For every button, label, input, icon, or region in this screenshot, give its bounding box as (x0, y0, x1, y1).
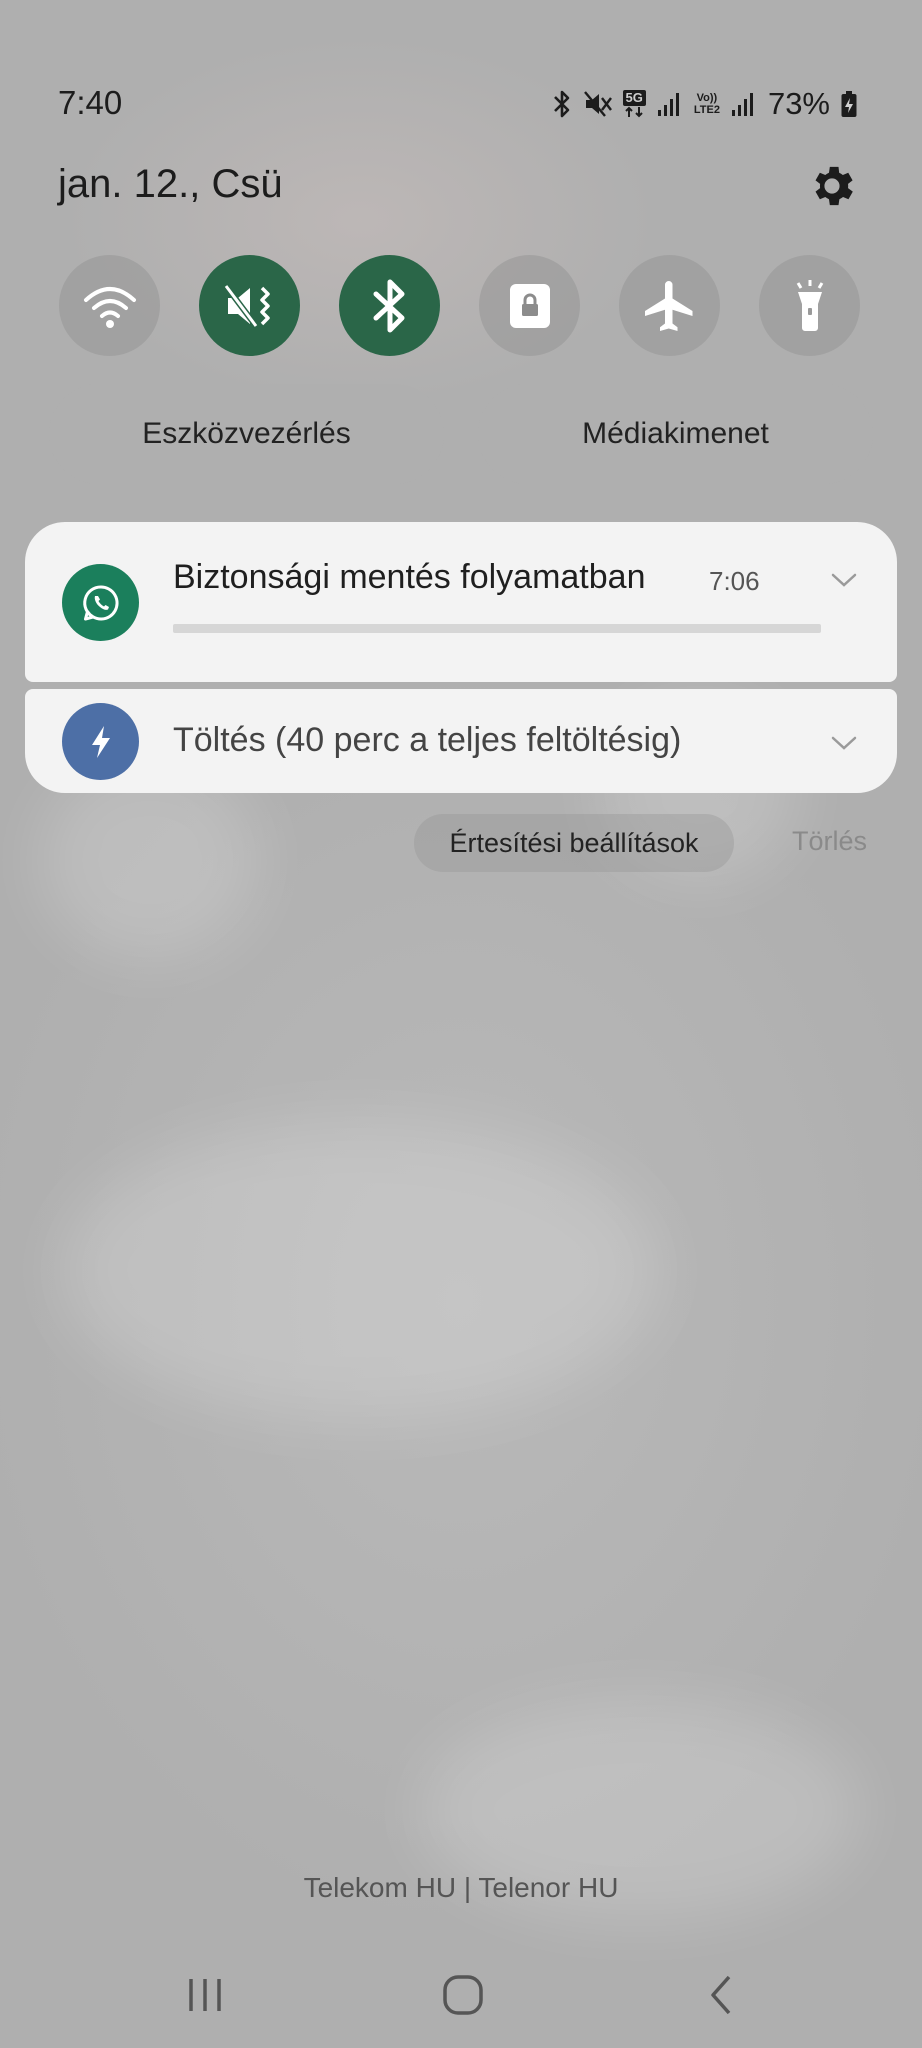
flashlight-icon (796, 279, 823, 331)
recent-apps-icon (189, 1979, 221, 2011)
notification-title: Biztonsági mentés folyamatban (173, 558, 646, 596)
home-icon (443, 1975, 483, 2015)
whatsapp-icon (82, 584, 118, 620)
rotation-lock-toggle[interactable] (479, 255, 580, 356)
settings-button[interactable] (806, 160, 858, 212)
notification-title: Töltés (40 perc a teljes feltöltésig) (173, 721, 682, 759)
chevron-down-icon (831, 573, 857, 587)
bluetooth-toggle[interactable] (339, 255, 440, 356)
mute-vibrate-icon (223, 283, 270, 328)
mute-icon (583, 89, 613, 119)
chevron-down-icon (831, 736, 857, 750)
notification-charging[interactable]: Töltés (40 perc a teljes feltöltésig) (25, 689, 897, 793)
notification-settings-button[interactable]: Értesítési beállítások (414, 814, 734, 872)
5g-icon: 5G (622, 90, 646, 118)
gear-icon (815, 166, 853, 206)
home-button[interactable] (428, 1960, 498, 2030)
recent-apps-button[interactable] (170, 1960, 240, 2030)
airplane-icon (644, 280, 692, 331)
media-output-button[interactable]: Médiakimenet (478, 384, 873, 484)
expand-button[interactable] (829, 733, 859, 753)
notification-time: 7:06 (709, 566, 760, 596)
signal-icon (730, 90, 758, 118)
clear-button[interactable]: Törlés (792, 826, 867, 857)
backup-progress-bar (173, 624, 821, 633)
notification-whatsapp-backup[interactable]: Biztonsági mentés folyamatban 7:06 (25, 522, 897, 682)
wifi-icon (83, 286, 136, 328)
volte-icon: Vo)) LTE2 (693, 92, 720, 116)
signal-icon (656, 90, 684, 118)
airplane-mode-toggle[interactable] (619, 255, 720, 356)
lock-icon (509, 283, 550, 328)
status-time: 7:40 (58, 84, 123, 121)
app-icon-container (62, 703, 139, 780)
battery-percent: 73% (767, 86, 830, 121)
wifi-toggle[interactable] (59, 255, 160, 356)
app-icon-container (62, 564, 139, 641)
status-icons: 5G Vo)) LTE2 73% (551, 84, 858, 124)
carrier-label: Telekom HU | Telenor HU (303, 1872, 619, 1903)
device-control-button[interactable]: Eszközvezérlés (49, 384, 444, 484)
bluetooth-icon (373, 279, 404, 332)
status-bar: 7:40 5G Vo)) LTE2 73% (0, 0, 922, 150)
charging-bolt-icon (91, 725, 110, 758)
back-icon (711, 1975, 731, 2015)
battery-charging-icon (840, 89, 858, 119)
sound-mode-toggle[interactable] (199, 255, 300, 356)
date-label: jan. 12., Csü (58, 162, 283, 206)
bluetooth-icon (551, 89, 573, 119)
expand-button[interactable] (829, 570, 859, 590)
back-button[interactable] (686, 1960, 756, 2030)
flashlight-toggle[interactable] (759, 255, 860, 356)
